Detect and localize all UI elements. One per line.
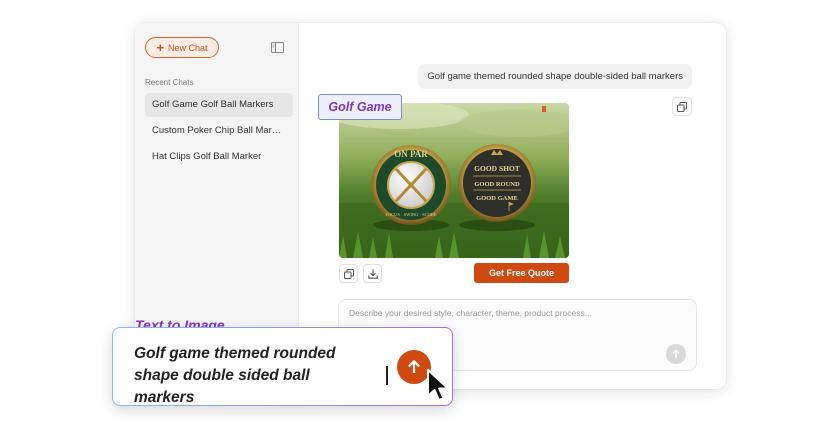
text-to-image-prompt: Golf game themed rounded shape double si… bbox=[134, 343, 374, 409]
chat-item-golf-game[interactable]: Golf Game Golf Ball Markers bbox=[145, 93, 293, 117]
recent-chats-list: Golf Game Golf Ball Markers Custom Poker… bbox=[145, 93, 293, 171]
arrow-up-icon bbox=[672, 349, 680, 358]
copy-image-button[interactable] bbox=[339, 264, 358, 283]
coin-right-line1: GOOD SHOT bbox=[474, 164, 520, 173]
copy-icon bbox=[677, 101, 687, 112]
copy-icon bbox=[343, 268, 354, 279]
prompt-input[interactable] bbox=[349, 308, 669, 318]
sidebar-toggle-icon[interactable] bbox=[271, 42, 284, 53]
coin-left-bottom-text: FOCUS · SWING · SCORE bbox=[385, 212, 437, 217]
prompt-line-1: Golf game themed rounded bbox=[134, 345, 336, 362]
get-free-quote-button[interactable]: Get Free Quote bbox=[474, 263, 569, 283]
text-caret bbox=[386, 366, 388, 385]
chat-item-poker-chip[interactable]: Custom Poker Chip Ball Markers bbox=[145, 119, 293, 143]
download-image-button[interactable] bbox=[363, 264, 382, 283]
chat-item-hat-clips[interactable]: Hat Clips Golf Ball Marker bbox=[145, 145, 293, 169]
new-chat-button[interactable]: + New Chat bbox=[145, 37, 219, 58]
coin-left-top-text: ON PAR bbox=[394, 149, 428, 159]
plus-icon: + bbox=[156, 40, 165, 55]
coin-right-line2: GOOD ROUND bbox=[474, 181, 520, 188]
golf-game-tag: Golf Game bbox=[318, 94, 402, 120]
download-icon bbox=[367, 269, 378, 279]
user-message: Golf game themed rounded shape double-si… bbox=[418, 64, 692, 89]
prompt-line-2: shape double sided ball markers bbox=[134, 367, 310, 406]
new-chat-label: New Chat bbox=[168, 42, 208, 53]
arrow-up-icon bbox=[408, 359, 420, 373]
copy-message-button[interactable] bbox=[672, 97, 692, 116]
send-button[interactable] bbox=[666, 344, 686, 364]
text-to-image-callout: Golf game themed rounded shape double si… bbox=[112, 327, 453, 406]
cursor-arrow-icon bbox=[427, 369, 449, 401]
generated-image[interactable]: ON PAR FOCUS · SWING · SCORE GOOD SHOT G… bbox=[339, 103, 569, 258]
coin-right-line3: GOOD GAME bbox=[476, 195, 518, 202]
recent-chats-heading: Recent Chats bbox=[145, 78, 194, 87]
